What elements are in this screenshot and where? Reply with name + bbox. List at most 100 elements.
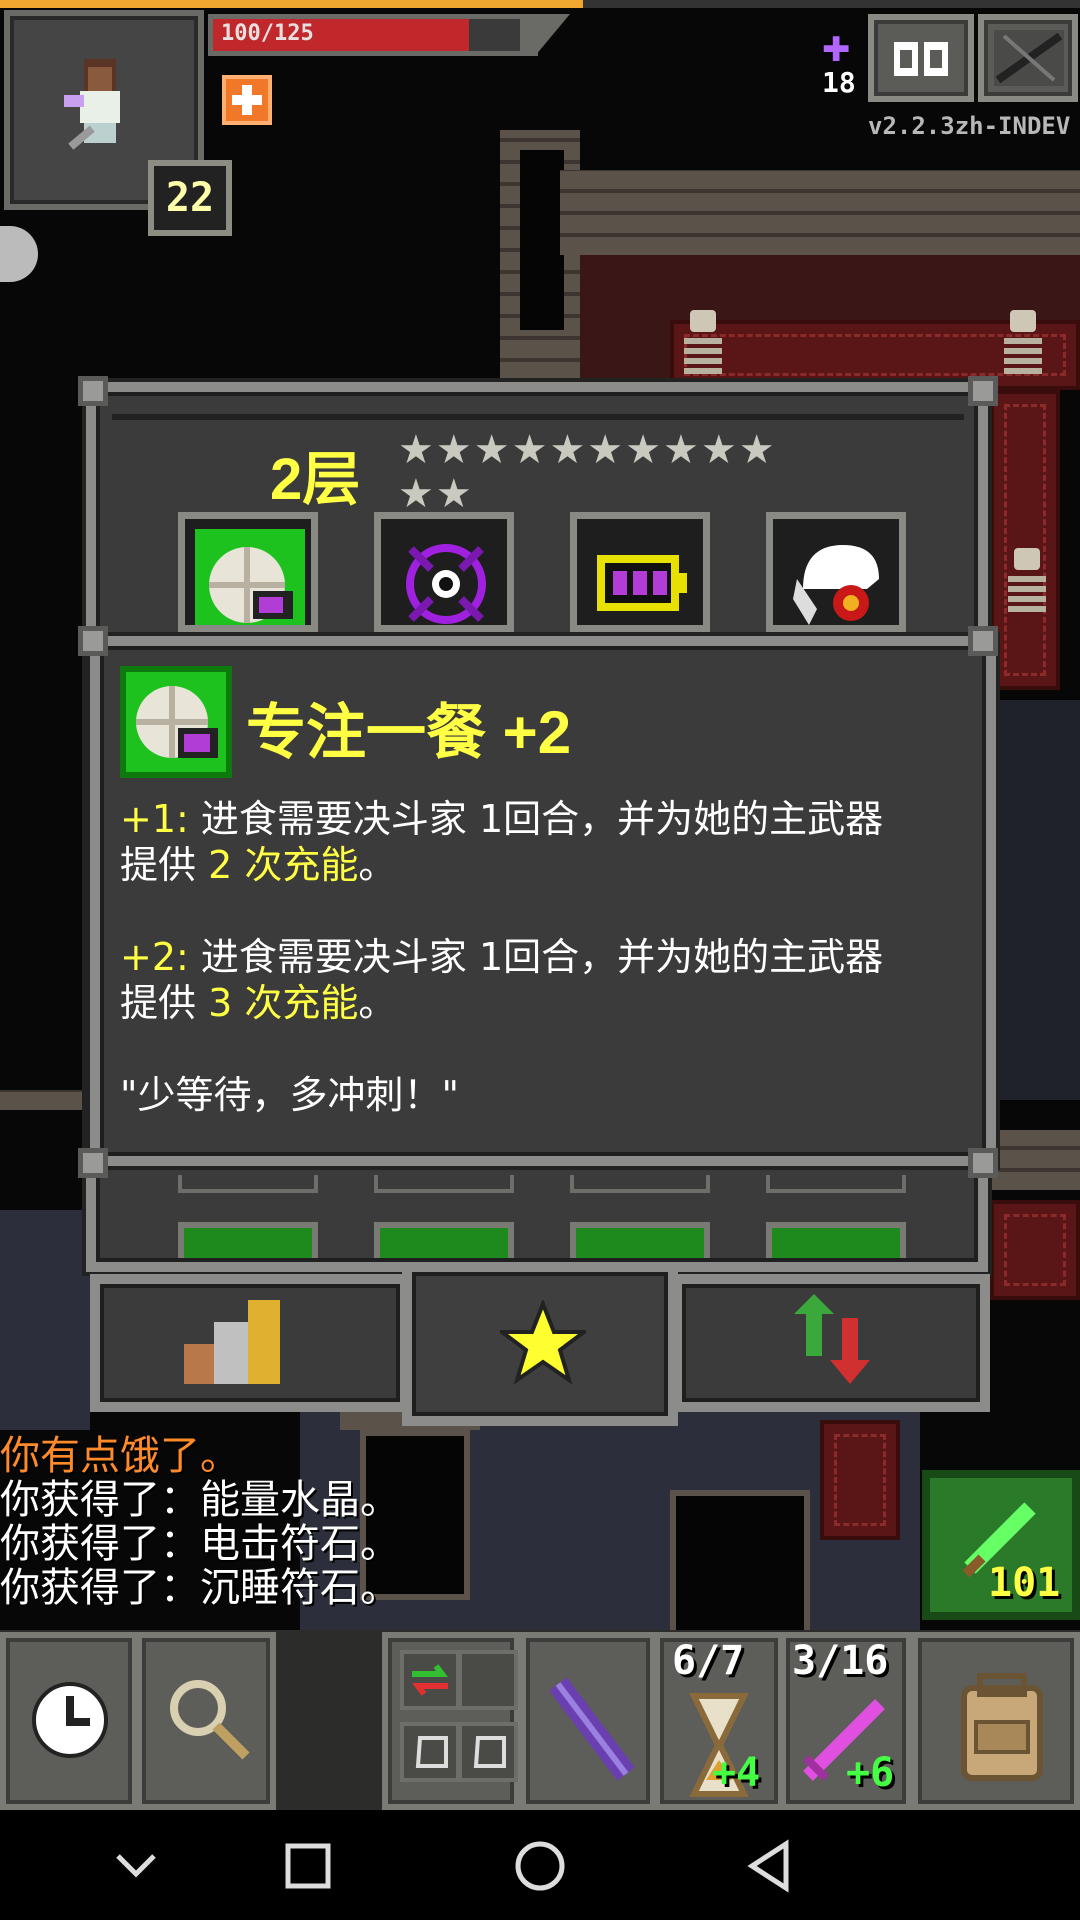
menu-button[interactable] bbox=[978, 14, 1078, 102]
sword-level: +6 bbox=[846, 1750, 895, 1796]
quickslot-hourglass[interactable]: 6/7 +4 bbox=[654, 1632, 784, 1810]
window-corner bbox=[78, 376, 108, 406]
swap-arrows-icon bbox=[794, 1294, 870, 1384]
log-line: 你获得了：能量水晶。 bbox=[0, 1477, 400, 1523]
sword-charges: 3/16 bbox=[792, 1638, 889, 1684]
backpack-icon bbox=[961, 1673, 1043, 1781]
home-icon[interactable] bbox=[508, 1834, 572, 1898]
hero-level: 22 bbox=[148, 160, 232, 236]
skull-eye-icon bbox=[793, 545, 879, 625]
talent-slot[interactable] bbox=[766, 1222, 906, 1258]
focused-meal-icon bbox=[195, 529, 305, 625]
hourglass-charges: 6/7 bbox=[672, 1638, 745, 1684]
talent-slot[interactable] bbox=[374, 1175, 514, 1193]
scroll-icon bbox=[473, 1736, 506, 1768]
buff-icon[interactable] bbox=[222, 75, 272, 125]
talent-slot[interactable] bbox=[570, 1222, 710, 1258]
talent-slot[interactable] bbox=[178, 1175, 318, 1193]
swap-quickslot[interactable] bbox=[400, 1650, 460, 1710]
talent-slot[interactable] bbox=[178, 1222, 318, 1258]
search-button[interactable] bbox=[136, 1632, 276, 1810]
health-bar: 100/125 bbox=[208, 14, 538, 56]
skeleton-enemy[interactable] bbox=[676, 310, 730, 380]
version-label: v2.2.3zh-INDEV bbox=[868, 112, 1071, 140]
talent-description: +1: 进食需要决斗家 1回合，并为她的主武器 提供 2 次充能。 +2: 进食… bbox=[120, 796, 960, 1118]
wait-button[interactable] bbox=[0, 1632, 138, 1810]
quickslot-group[interactable] bbox=[382, 1632, 520, 1810]
experience-fill bbox=[0, 0, 584, 8]
upgrade-1-prefix: +1: bbox=[120, 797, 189, 841]
talent-slot[interactable] bbox=[374, 1222, 514, 1258]
tab-stats[interactable] bbox=[90, 1274, 410, 1412]
wall bbox=[990, 1130, 1080, 1190]
book-icon bbox=[894, 42, 948, 76]
window-corner bbox=[968, 626, 998, 656]
wand-icon bbox=[549, 1677, 635, 1781]
log-line: 你有点饿了。 bbox=[0, 1433, 240, 1479]
quickslot-wand[interactable] bbox=[520, 1632, 656, 1810]
upgrade-1-cont: 提供 bbox=[120, 843, 209, 887]
upgrade-2-cont: 提供 bbox=[120, 981, 209, 1025]
bar-chart-icon bbox=[184, 1300, 280, 1384]
upgrade-2-prefix: +2: bbox=[120, 935, 189, 979]
chevron-down-icon[interactable] bbox=[104, 1834, 168, 1898]
talent-slot[interactable] bbox=[766, 1175, 906, 1193]
skeleton-enemy[interactable] bbox=[1000, 548, 1054, 618]
floor bbox=[0, 1210, 90, 1430]
hourglass-level: +4 bbox=[712, 1750, 761, 1796]
window-divider bbox=[112, 414, 964, 420]
doorway bbox=[520, 150, 564, 330]
tab-talents[interactable] bbox=[402, 1262, 678, 1426]
skeleton-enemy[interactable] bbox=[996, 310, 1050, 380]
upgrade-2-highlight: 3 次充能 bbox=[208, 981, 359, 1025]
floor bbox=[990, 700, 1080, 1100]
upgrade-1-body: 进食需要决斗家 1回合，并为她的主武器 bbox=[188, 797, 884, 841]
quickslot-sword[interactable]: 3/16 +6 bbox=[780, 1632, 912, 1810]
talent-slot[interactable] bbox=[570, 1175, 710, 1193]
carpet bbox=[820, 1420, 900, 1540]
menu-icon bbox=[994, 30, 1064, 86]
recents-icon[interactable] bbox=[276, 1834, 340, 1898]
upgrade-2-end: 。 bbox=[358, 981, 397, 1025]
log-line: 你获得了：电击符石。 bbox=[0, 1521, 400, 1567]
scroll-quickslot[interactable] bbox=[400, 1722, 460, 1782]
journal-button[interactable] bbox=[868, 14, 974, 102]
talent-title: 专注一餐 +2 bbox=[246, 699, 572, 766]
window-corner bbox=[968, 376, 998, 406]
focused-meal-icon bbox=[120, 666, 232, 778]
magnifier-icon bbox=[170, 1680, 250, 1760]
talent-void-eye[interactable] bbox=[374, 512, 514, 632]
back-icon[interactable] bbox=[738, 1834, 802, 1898]
star-icon bbox=[500, 1300, 586, 1385]
upgrade-1-text: +1: 进食需要决斗家 1回合，并为她的主武器 提供 2 次充能。 bbox=[120, 796, 960, 888]
message-log: 你有点饿了。 你获得了：能量水晶。 你获得了：电击符石。 你获得了：沉睡符石。 bbox=[0, 1434, 400, 1610]
tab-swap[interactable] bbox=[672, 1274, 990, 1412]
upgrade-1-end: 。 bbox=[358, 843, 397, 887]
experience-bar bbox=[0, 0, 1080, 8]
window-corner bbox=[968, 1148, 998, 1178]
talent-quote: "少等待，多冲刺！" bbox=[120, 1073, 459, 1117]
backpack-button[interactable] bbox=[912, 1632, 1080, 1810]
talent-battery[interactable] bbox=[570, 512, 710, 632]
talent-points-stars: ★★★★★★★★★★ ★★ bbox=[398, 427, 777, 517]
talent-focused-meal[interactable] bbox=[178, 512, 318, 632]
hero-sprite bbox=[64, 59, 120, 150]
depth-counter: 18 bbox=[822, 66, 856, 99]
carpet bbox=[990, 390, 1060, 690]
doorway bbox=[670, 1490, 810, 1640]
empty-quickslot[interactable] bbox=[458, 1650, 518, 1710]
health-text: 100/125 bbox=[221, 21, 314, 46]
window-corner bbox=[78, 1148, 108, 1178]
tier-label: 2层 bbox=[270, 447, 361, 512]
carpet bbox=[990, 1200, 1080, 1300]
void-eye-icon bbox=[406, 544, 486, 624]
upgrade-1-highlight: 2 次充能 bbox=[208, 843, 359, 887]
upgrade-2-body: 进食需要决斗家 1回合，并为她的主武器 bbox=[188, 935, 884, 979]
log-line: 你获得了：沉睡符石。 bbox=[0, 1565, 400, 1611]
cycle-icon bbox=[412, 1664, 448, 1696]
depth-icon: ✚ bbox=[822, 30, 851, 70]
battery-icon bbox=[597, 555, 687, 611]
scroll-quickslot[interactable] bbox=[458, 1722, 518, 1782]
wall bbox=[0, 1090, 86, 1110]
talent-skull-eye[interactable] bbox=[766, 512, 906, 632]
